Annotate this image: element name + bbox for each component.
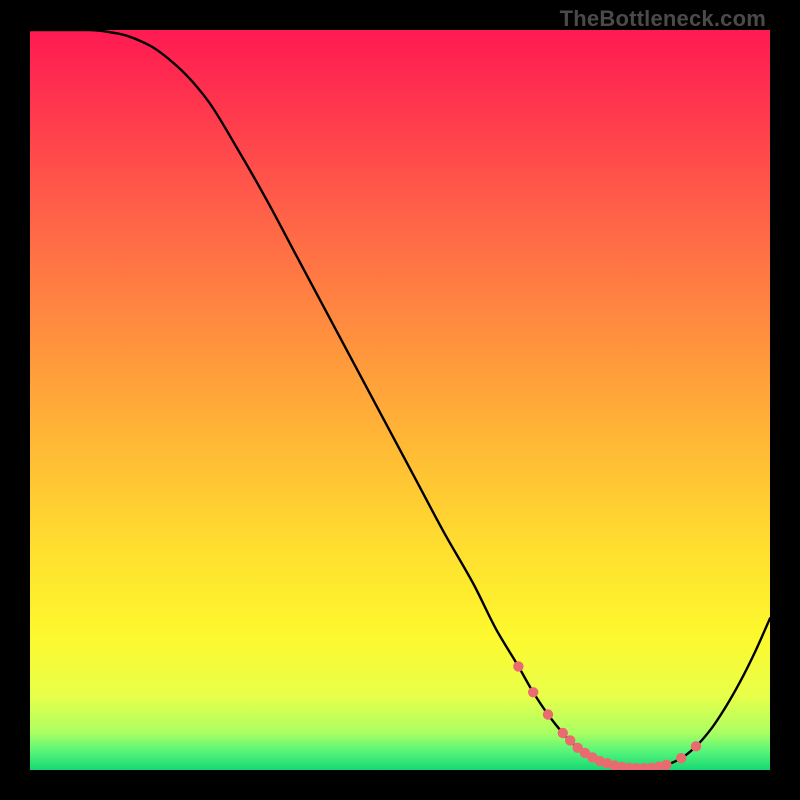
marker-point	[565, 735, 575, 745]
watermark-text: TheBottleneck.com	[560, 6, 766, 32]
marker-point	[513, 661, 523, 671]
chart-frame	[30, 30, 770, 770]
marker-point	[558, 728, 568, 738]
marker-point	[676, 753, 686, 763]
marker-point	[691, 741, 701, 751]
marker-point	[543, 709, 553, 719]
chart-svg	[30, 30, 770, 770]
gradient-rect	[30, 30, 770, 770]
marker-point	[661, 760, 671, 770]
marker-point	[528, 687, 538, 697]
